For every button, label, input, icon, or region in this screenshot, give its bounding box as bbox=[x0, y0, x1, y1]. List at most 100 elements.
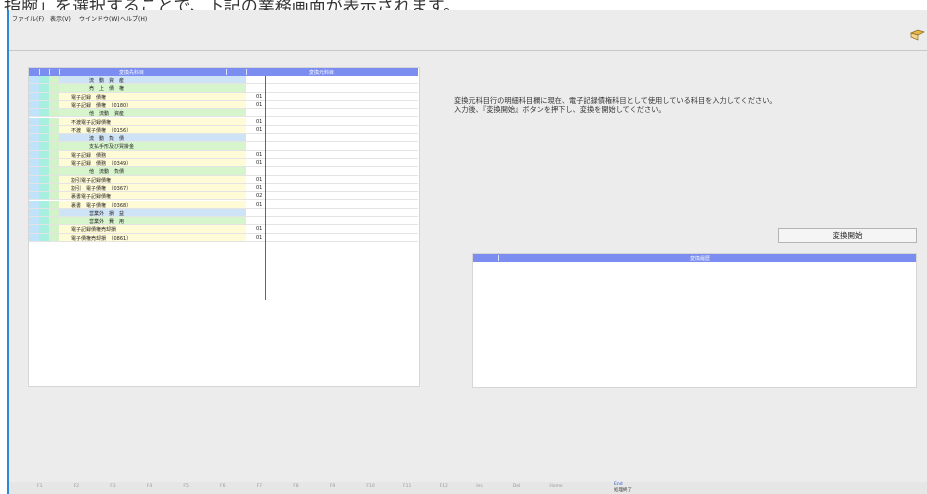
table-row[interactable]: 営業外 損 益 bbox=[29, 208, 418, 218]
target-account-cell[interactable]: 流 動 負 債 bbox=[59, 134, 246, 143]
table-row[interactable]: 不渡 電子債権 （0156） 01 bbox=[29, 125, 418, 135]
source-account-cell[interactable] bbox=[246, 201, 418, 208]
target-account-cell[interactable]: 他 流動 負債 bbox=[59, 167, 246, 176]
account-name: 他 流動 負債 bbox=[89, 169, 125, 176]
target-account-cell[interactable]: 支払手形及び買掛金 bbox=[59, 142, 246, 150]
menu-help[interactable]: ヘルプ(H) bbox=[120, 14, 147, 23]
source-account-cell[interactable] bbox=[246, 217, 418, 224]
account-mapping-grid: 変換先科目 変換元科目 流 動 資 産売 上 債 権電子記録 債権 01 電子記録 … bbox=[28, 67, 420, 387]
menu-file[interactable]: ファイル(F) bbox=[12, 14, 44, 23]
target-account-cell[interactable]: 不渡電子記録債権 01 bbox=[59, 117, 262, 126]
table-row[interactable]: 流 動 資 産 bbox=[29, 76, 418, 85]
row-marker-cell bbox=[49, 134, 59, 142]
table-row[interactable]: 電子記録債権売却損 01 bbox=[29, 225, 418, 234]
function-key[interactable]: F2 bbox=[74, 484, 79, 489]
function-key[interactable]: Home bbox=[549, 484, 562, 489]
account-name: 割引電子記録債権 bbox=[71, 177, 112, 184]
table-row[interactable]: 電子債権売却損 （0861） 01 bbox=[29, 233, 418, 242]
target-account-cell[interactable]: 売 上 債 権 bbox=[59, 84, 246, 93]
table-row[interactable]: 他 流動 資産 bbox=[29, 109, 418, 118]
function-key[interactable]: F3 bbox=[110, 484, 115, 489]
function-key[interactable]: Ins bbox=[476, 484, 483, 489]
source-account-cell[interactable] bbox=[246, 134, 418, 141]
source-account-cell[interactable] bbox=[246, 167, 418, 174]
source-account-cell[interactable] bbox=[246, 225, 418, 232]
source-account-cell[interactable] bbox=[246, 76, 418, 83]
account-name: 流 動 負 債 bbox=[89, 136, 125, 143]
company-button[interactable] bbox=[909, 26, 927, 50]
table-row[interactable]: 営業外 費 用 bbox=[29, 217, 418, 226]
target-account-cell[interactable]: 電子債権売却損 （0861） 01 bbox=[59, 233, 262, 242]
source-account-cell[interactable] bbox=[246, 209, 418, 216]
function-key[interactable]: Del bbox=[513, 484, 520, 489]
convert-start-button[interactable]: 変換開始 bbox=[778, 228, 917, 243]
table-row[interactable]: 裏書 電子債権 （0368） 01 bbox=[29, 200, 418, 209]
function-key[interactable]: F1 bbox=[37, 484, 42, 489]
target-account-cell[interactable]: 不渡 電子債権 （0156） 01 bbox=[59, 125, 262, 134]
function-key[interactable]: F12 bbox=[440, 484, 448, 489]
table-row[interactable]: 電子記録 債権 01 bbox=[29, 92, 418, 101]
target-account-cell[interactable]: 電子記録 債権 01 bbox=[59, 92, 262, 101]
source-account-cell[interactable] bbox=[246, 159, 418, 166]
target-account-cell[interactable]: 営業外 損 益 bbox=[59, 208, 246, 217]
function-key[interactable]: F9 bbox=[330, 484, 335, 489]
source-account-cell[interactable] bbox=[246, 126, 418, 133]
source-account-cell[interactable] bbox=[246, 234, 418, 241]
source-account-cell[interactable] bbox=[246, 192, 418, 199]
header-target-account: 変換先科目 bbox=[119, 70, 145, 76]
row-marker-cell bbox=[49, 217, 59, 225]
table-row[interactable]: 割引 電子債権 （0367） 01 bbox=[29, 183, 418, 193]
instruction-line-1: 変換元科目行の明細科目欄に現在、電子記録債権科目として使用している科目を入力して… bbox=[454, 96, 777, 105]
header-source-account: 変換元科目 bbox=[309, 70, 335, 76]
table-row[interactable]: 割引電子記録債権 01 bbox=[29, 175, 418, 184]
row-marker-cell bbox=[49, 183, 59, 192]
function-key[interactable]: F4 bbox=[147, 484, 152, 489]
table-row[interactable]: 電子記録 債権 （0180） 01 bbox=[29, 100, 418, 110]
table-row[interactable]: 売 上 債 権 bbox=[29, 84, 418, 93]
table-row[interactable]: 不渡電子記録債権 01 bbox=[29, 117, 418, 126]
history-header: 変換履歴 bbox=[473, 254, 916, 262]
source-account-cell[interactable] bbox=[246, 109, 418, 116]
row-marker-cell bbox=[29, 208, 39, 217]
source-account-cell[interactable] bbox=[246, 118, 418, 125]
target-account-cell[interactable]: 電子記録 債務 01 bbox=[59, 150, 262, 159]
account-name: 売 上 債 権 bbox=[89, 86, 125, 93]
function-key[interactable]: F7 bbox=[257, 484, 262, 489]
end-process-key[interactable]: End 処理終了 bbox=[614, 482, 632, 493]
source-account-cell[interactable] bbox=[246, 93, 418, 100]
source-account-cell[interactable] bbox=[246, 101, 418, 108]
target-account-cell[interactable]: 流 動 資 産 bbox=[59, 76, 246, 84]
toolbar bbox=[9, 26, 927, 51]
source-account-cell[interactable] bbox=[246, 151, 418, 158]
target-account-cell[interactable]: 電子記録 債務 （0349） 01 bbox=[59, 159, 262, 167]
function-key[interactable]: F8 bbox=[293, 484, 298, 489]
target-account-cell[interactable]: 営業外 費 用 bbox=[59, 217, 246, 225]
source-account-cell[interactable] bbox=[246, 142, 418, 149]
menu-view[interactable]: 表示(V) bbox=[50, 14, 71, 23]
function-key[interactable]: F5 bbox=[183, 484, 188, 489]
table-row[interactable]: 電子記録 債務 01 bbox=[29, 150, 418, 159]
function-key[interactable]: F6 bbox=[220, 484, 225, 489]
menu-window[interactable]: ウインドウ(W) bbox=[79, 14, 120, 23]
source-account-cell[interactable] bbox=[246, 84, 418, 91]
target-account-cell[interactable]: 電子記録 債権 （0180） 01 bbox=[59, 100, 262, 109]
menu-bar: ファイル(F) 表示(V) ウインドウ(W) ヘルプ(H) bbox=[9, 10, 927, 26]
account-name: 電子記録 債権 （0180） bbox=[71, 102, 132, 109]
table-row[interactable]: 流 動 負 債 bbox=[29, 134, 418, 143]
target-account-cell[interactable]: 他 流動 資産 bbox=[59, 109, 246, 117]
table-row[interactable]: 支払手形及び買掛金 bbox=[29, 142, 418, 151]
row-marker-cell bbox=[29, 200, 39, 208]
row-marker-cell bbox=[29, 217, 39, 225]
function-key[interactable]: F10 bbox=[366, 484, 374, 489]
target-account-cell[interactable]: 裏書電子記録債権 02 bbox=[59, 192, 262, 200]
target-account-cell[interactable]: 電子記録債権売却損 01 bbox=[59, 225, 262, 233]
source-account-cell[interactable] bbox=[246, 176, 418, 183]
target-account-cell[interactable]: 割引電子記録債権 01 bbox=[59, 175, 262, 184]
table-row[interactable]: 他 流動 負債 bbox=[29, 167, 418, 176]
table-row[interactable]: 電子記録 債務 （0349） 01 bbox=[29, 159, 418, 168]
target-account-cell[interactable]: 割引 電子債権 （0367） 01 bbox=[59, 183, 262, 192]
function-key[interactable]: F11 bbox=[403, 484, 411, 489]
target-account-cell[interactable]: 裏書 電子債権 （0368） 01 bbox=[59, 200, 262, 209]
table-row[interactable]: 裏書電子記録債権 02 bbox=[29, 192, 418, 201]
source-account-cell[interactable] bbox=[246, 184, 418, 191]
